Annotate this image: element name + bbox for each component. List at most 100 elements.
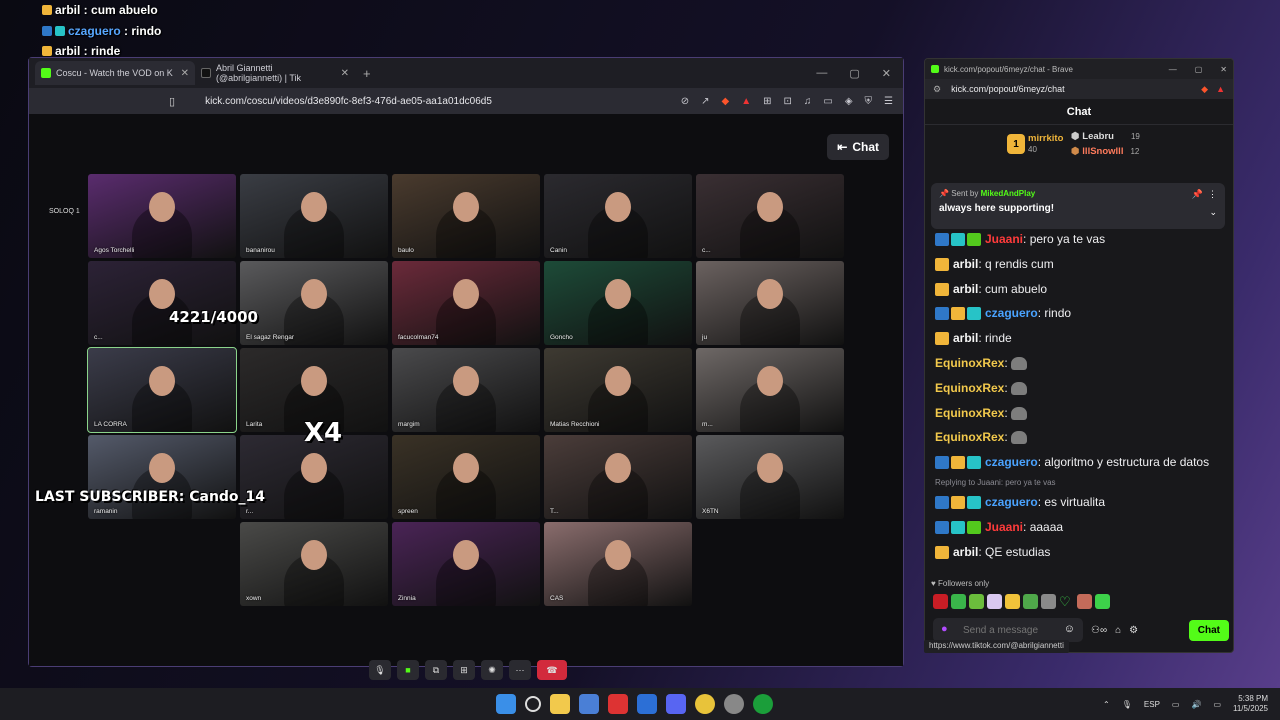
emote-icon[interactable] — [1077, 594, 1092, 609]
video-tile[interactable]: xown — [240, 522, 388, 606]
video-tile[interactable]: baulo — [392, 174, 540, 258]
more-icon[interactable]: ⋮ — [1208, 189, 1217, 200]
close-icon[interactable]: ✕ — [181, 68, 189, 79]
tab-coscu-vod[interactable]: Coscu - Watch the VOD on K ✕ — [35, 61, 195, 85]
chat-username[interactable]: Juaani — [985, 230, 1023, 248]
chat-message[interactable]: arbil: q rendis cum — [935, 252, 1225, 277]
url-field[interactable]: kick.com/popout/6meyz/chat — [951, 84, 1065, 94]
chat-message[interactable]: arbil: cum abuelo — [935, 277, 1225, 302]
chrome-icon[interactable] — [695, 694, 715, 714]
emote-icon[interactable] — [1023, 594, 1038, 609]
vpn-icon[interactable]: ⛨ — [865, 96, 873, 107]
close-window-icon[interactable]: ✕ — [1220, 65, 1227, 74]
pinned-sender[interactable]: MikedAndPlay — [981, 189, 1036, 198]
chat-message[interactable]: czaguero: es virtualita — [935, 490, 1225, 515]
mute-icon[interactable]: ⊘ — [681, 96, 689, 107]
screenshot-icon[interactable]: ⊡ — [783, 96, 791, 107]
chat-username[interactable]: arbil — [953, 329, 978, 347]
rewards-icon[interactable]: ▲ — [741, 96, 751, 107]
emote-icon[interactable] — [1095, 594, 1110, 609]
video-tile[interactable]: El sagaz Rengar — [240, 261, 388, 345]
more-icon[interactable]: ⋯ — [509, 660, 531, 680]
store-icon[interactable] — [579, 694, 599, 714]
effects-icon[interactable]: ✺ — [481, 660, 503, 680]
video-tile[interactable]: Agos Torchelli — [88, 174, 236, 258]
chat-message[interactable]: arbil: QE estudias — [935, 540, 1225, 565]
send-chat-button[interactable]: Chat — [1188, 619, 1229, 641]
chat-message[interactable]: EquinoxRex: — [935, 376, 1225, 401]
chat-message[interactable]: EquinoxRex: — [935, 351, 1225, 376]
emote-icon[interactable] — [1041, 594, 1056, 609]
brave-shield-icon[interactable]: ◆ — [1201, 84, 1208, 95]
video-tile[interactable]: spreen — [392, 435, 540, 519]
chat-message[interactable]: EquinoxRex: — [935, 401, 1225, 426]
chat-message[interactable]: Juaani: pero ya te vas — [935, 227, 1225, 252]
chat-message[interactable]: czaguero: algoritmo y estructura de dato… — [935, 450, 1225, 475]
chat-message[interactable]: Juaani: aaaaa — [935, 515, 1225, 540]
microphone-icon[interactable]: ● — [941, 623, 948, 635]
search-icon[interactable] — [525, 696, 541, 712]
video-tile[interactable]: Goncho — [544, 261, 692, 345]
chat-message[interactable]: czaguero: rindo — [935, 301, 1225, 326]
chat-username[interactable]: arbil — [953, 543, 978, 561]
maximize-icon[interactable]: ▢ — [1195, 65, 1203, 74]
file-explorer-icon[interactable] — [550, 694, 570, 714]
app-icon[interactable] — [608, 694, 628, 714]
microphone-icon[interactable]: 🎙 — [369, 660, 391, 680]
chat-username[interactable]: arbil — [953, 280, 978, 298]
tab-tiktok[interactable]: Abril Giannetti (@abrilgiannetti) | Tik … — [195, 61, 355, 85]
chevron-down-icon[interactable]: ⌄ — [1209, 207, 1217, 218]
video-tile[interactable]: LA CORRA — [87, 347, 237, 433]
chat-username[interactable]: EquinoxRex — [935, 428, 1004, 446]
video-tile[interactable]: ramanin — [88, 435, 236, 519]
video-tile[interactable]: ju — [696, 261, 844, 345]
chat-username[interactable]: EquinoxRex — [935, 379, 1004, 397]
maximize-icon[interactable]: ▢ — [849, 67, 859, 80]
chat-username[interactable]: EquinoxRex — [935, 354, 1004, 372]
chat-toggle-button[interactable]: ⇤ Chat — [827, 134, 889, 160]
close-icon[interactable]: ✕ — [341, 68, 349, 79]
chevron-up-icon[interactable]: ⌃ — [1103, 700, 1110, 709]
close-window-icon[interactable]: ✕ — [882, 67, 891, 80]
settings-icon[interactable] — [724, 694, 744, 714]
video-tile[interactable]: X6TN — [696, 435, 844, 519]
emote-icon[interactable] — [987, 594, 1002, 609]
microphone-icon[interactable]: 🎙 — [1122, 700, 1132, 709]
shield-app-icon[interactable] — [637, 694, 657, 714]
site-settings-icon[interactable]: ⚙ — [933, 84, 941, 95]
settings-icon[interactable]: ⚙ — [1129, 625, 1138, 636]
chat-username[interactable]: arbil — [953, 255, 978, 273]
video-tile[interactable]: bananirou — [240, 174, 388, 258]
chat-message[interactable]: EquinoxRex: — [935, 425, 1225, 450]
chat-message[interactable]: arbil: rinde — [935, 326, 1225, 351]
chat-username[interactable]: czaguero — [985, 453, 1038, 471]
bookmark-icon[interactable]: ▯ — [169, 95, 175, 108]
video-tile[interactable]: m... — [696, 348, 844, 432]
chat-message-input[interactable] — [933, 618, 1083, 642]
minimize-icon[interactable]: — — [1169, 65, 1177, 74]
wallet-icon[interactable]: ◈ — [845, 96, 853, 107]
sidebar-icon[interactable]: ▭ — [823, 96, 832, 107]
language-indicator[interactable]: ESP — [1144, 700, 1160, 709]
menu-icon[interactable]: ☰ — [884, 96, 893, 107]
video-tile[interactable]: Canin — [544, 174, 692, 258]
emote-icon[interactable] — [969, 594, 984, 609]
clock[interactable]: 5:38 PM 11/5/2025 — [1233, 694, 1268, 714]
minimize-icon[interactable]: — — [816, 67, 827, 80]
battery-icon[interactable]: ▭ — [1213, 700, 1221, 709]
share-icon[interactable]: ↗ — [701, 96, 709, 107]
unpin-icon[interactable]: 📌 — [1192, 189, 1203, 200]
emote-icon[interactable] — [951, 594, 966, 609]
network-icon[interactable]: ▭ — [1172, 700, 1180, 709]
hangup-button[interactable]: ☎ — [537, 660, 567, 680]
video-tile[interactable]: T... — [544, 435, 692, 519]
emote-icon[interactable]: ☺ — [1064, 623, 1075, 635]
video-tile[interactable]: c... — [88, 261, 236, 345]
emote-icon[interactable] — [933, 594, 948, 609]
url-field[interactable]: kick.com/coscu/videos/d3e890fc-8ef3-476d… — [205, 96, 681, 107]
screen-share-icon[interactable]: ⧉ — [425, 660, 447, 680]
emote-icon[interactable]: ♡ — [1059, 594, 1074, 609]
video-tile[interactable]: margim — [392, 348, 540, 432]
store-icon[interactable]: ⌂ — [1115, 625, 1121, 636]
xbox-icon[interactable] — [753, 694, 773, 714]
